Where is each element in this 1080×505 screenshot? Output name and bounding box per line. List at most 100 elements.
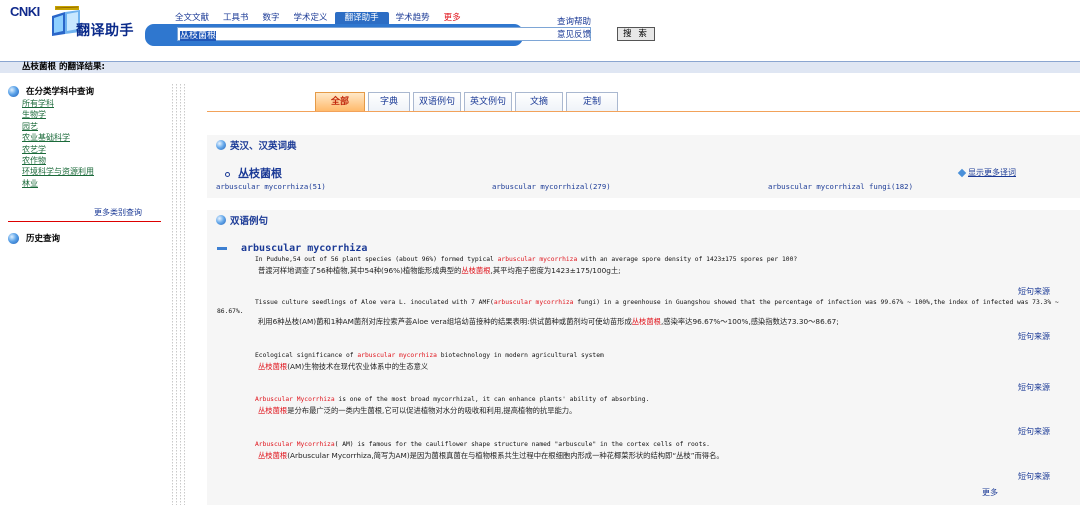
section-icon bbox=[216, 139, 226, 150]
category-link[interactable]: 农作物 bbox=[22, 155, 94, 166]
globe-icon bbox=[8, 232, 19, 244]
history-title[interactable]: 历史查询 bbox=[26, 232, 60, 244]
highlighted-term: 丛枝菌根 bbox=[258, 405, 288, 415]
category-list: 所有学科 生物学 园艺 农业基础科学 农艺学 农作物 环境科学与资源利用 林业 bbox=[8, 98, 94, 189]
bilingual-title: 双语例句 bbox=[230, 216, 269, 227]
sentence-text: 普渡河样地调查了56种植物,其中54种(96%)植物能形成典型的 bbox=[258, 265, 462, 275]
arrow-icon bbox=[957, 168, 967, 177]
tab-underline bbox=[207, 111, 1080, 112]
sentence-text: 是分布最广泛的一类内生菌根,它可以促进植物对水分的吸收和利用,提高植物的抗旱能力… bbox=[287, 405, 577, 415]
nav-tab[interactable]: 学术趋势 bbox=[389, 12, 437, 24]
source-link[interactable]: 短句来源 bbox=[1018, 426, 1050, 437]
bilingual-panel: 双语例句 arbuscular mycorrhiza In Puduhe,54 … bbox=[207, 210, 1080, 505]
category-link[interactable]: 农业基础科学 bbox=[22, 132, 94, 143]
divider-line bbox=[184, 84, 185, 505]
sidebar-divider bbox=[8, 221, 161, 222]
sentence-text: ( AM) is famous for the cauliflower shap… bbox=[334, 441, 710, 448]
highlighted-term: 丛枝菌根 bbox=[631, 317, 661, 326]
chinese-sentence: 丛枝菌根(AM)生物技术在现代农业体系中的生态意义 bbox=[217, 361, 1072, 372]
sentence-text: ,感染率达96.67%～100%,感染指数达73.30～86.67; bbox=[660, 317, 839, 326]
sentence-text: (Arbuscular Mycorrhiza,简写为AM)是因为菌根真菌在与植物… bbox=[287, 450, 724, 460]
result-title: 丛枝菌根 的翻译结果: bbox=[22, 62, 105, 72]
category-link[interactable]: 农艺学 bbox=[22, 144, 94, 155]
highlighted-term: 丛枝菌根 bbox=[258, 361, 288, 371]
globe-icon bbox=[8, 85, 19, 97]
search-button[interactable]: 搜 索 bbox=[617, 27, 655, 41]
source-link[interactable]: 短句来源 bbox=[1018, 471, 1050, 482]
nav-tab[interactable]: 翻译助手 bbox=[334, 12, 389, 24]
result-tab[interactable]: 双语例句 bbox=[413, 92, 461, 112]
bilingual-example: Arbuscular Mycorrhiza( AM) is famous for… bbox=[217, 441, 1072, 461]
sentence-text: (AM)生物技术在现代农业体系中的生态意义 bbox=[287, 361, 429, 371]
bilingual-headword-text: arbuscular mycorrhiza bbox=[241, 243, 368, 254]
english-sentence: Ecological significance of arbuscular my… bbox=[217, 352, 1072, 361]
english-sentence: In Puduhe,54 out of 56 plant species (ab… bbox=[217, 256, 1072, 265]
dictionary-headword: 丛枝菌根 bbox=[225, 165, 282, 181]
chinese-sentence: 利用6种丛枝(AM)菌和1种AM菌剂对库拉索芦荟Aloe vera组培幼苗接种的… bbox=[217, 316, 1072, 327]
sentence-text: with an average spore density of 1423±17… bbox=[577, 256, 798, 263]
source-link[interactable]: 短句来源 bbox=[1018, 382, 1050, 393]
nav-tab[interactable]: 全文文献 bbox=[168, 12, 216, 24]
highlighted-term: 丛枝菌根 bbox=[258, 450, 288, 460]
more-examples-link[interactable]: 更多 bbox=[982, 487, 998, 498]
headword-text: 丛枝菌根 bbox=[238, 167, 282, 180]
more-categories-link[interactable]: 更多类别查询 bbox=[94, 207, 142, 218]
show-more-translations-link[interactable]: 显示更多译词 bbox=[957, 167, 1016, 178]
result-tab[interactable]: 定制 bbox=[566, 92, 618, 112]
chinese-sentence: 丛枝菌根(Arbuscular Mycorrhiza,简写为AM)是因为菌根真菌… bbox=[217, 450, 1072, 461]
sentence-text: Tissue culture seedlings of Aloe vera L.… bbox=[255, 299, 494, 306]
sentence-text: biotechnology in modern agricultural sys… bbox=[436, 352, 604, 359]
category-link[interactable]: 生物学 bbox=[22, 109, 94, 120]
english-sentence: Arbuscular Mycorrhiza( AM) is famous for… bbox=[217, 441, 1072, 450]
translation-link[interactable]: arbuscular mycorrhizal(279) bbox=[492, 182, 611, 191]
translation-link[interactable]: arbuscular mycorrhizal fungi(182) bbox=[768, 182, 913, 191]
highlighted-term: Arbuscular Mycorrhiza bbox=[255, 396, 335, 403]
nav-tab[interactable]: 数字 bbox=[256, 12, 287, 24]
nav-tab[interactable]: 学术定义 bbox=[287, 12, 335, 24]
result-bar: 丛枝菌根 的翻译结果: bbox=[0, 61, 1080, 73]
divider-line bbox=[172, 84, 173, 505]
category-title: 在分类学科中查询 bbox=[26, 87, 95, 97]
source-link[interactable]: 短句来源 bbox=[1018, 286, 1050, 297]
sidebar: 在分类学科中查询 所有学科 生物学 园艺 农业基础科学 农艺学 农作物 环境科学与资源利用林… bbox=[0, 80, 175, 505]
chinese-sentence: 普渡河样地调查了56种植物,其中54种(96%)植物能形成典型的丛枝菌根,其平均… bbox=[217, 265, 1072, 276]
result-tab[interactable]: 英文例句 bbox=[464, 92, 512, 112]
logo-cnki-text: CNKI bbox=[10, 4, 40, 19]
section-icon bbox=[216, 215, 226, 225]
bilingual-example: In Puduhe,54 out of 56 plant species (ab… bbox=[217, 256, 1072, 276]
search-bar: 丛枝菌根 搜 索 bbox=[145, 24, 655, 46]
collapse-icon[interactable] bbox=[217, 246, 227, 250]
dictionary-panel: 英汉、汉英词典 丛枝菌根 显示更多译词 arbuscular mycorrhiz… bbox=[207, 135, 1080, 198]
translation-link[interactable]: arbuscular mycorrhiza(51) bbox=[216, 182, 326, 191]
dictionary-title: 英汉、汉英词典 bbox=[230, 140, 297, 152]
result-tab[interactable]: 字典 bbox=[368, 92, 410, 112]
header: CNKI 翻译助手 全文文献 工具书 数字 学术定义 翻译助手 学术趋势 更多 丛枝菌根 搜… bbox=[0, 0, 1080, 58]
source-link[interactable]: 短句来源 bbox=[1018, 331, 1050, 342]
english-sentence: Tissue culture seedlings of Aloe vera L.… bbox=[217, 299, 1072, 316]
app-name: 翻译助手 bbox=[76, 23, 134, 39]
highlighted-term: arbuscular mycorrhiza bbox=[357, 352, 437, 359]
help-link[interactable]: 查询帮助 bbox=[557, 16, 591, 29]
result-tab[interactable]: 文摘 bbox=[515, 92, 563, 112]
show-more-label: 显示更多译词 bbox=[968, 168, 1016, 177]
feedback-link[interactable]: 意见反馈 bbox=[557, 29, 591, 42]
bilingual-example: Ecological significance of arbuscular my… bbox=[217, 352, 1072, 372]
highlighted-term: arbuscular mycorrhiza bbox=[493, 299, 574, 306]
sentence-text: is one of the most broad mycorrhizal, it… bbox=[334, 396, 650, 403]
category-link[interactable]: 林业 bbox=[22, 178, 94, 189]
search-input[interactable]: 丛枝菌根 bbox=[177, 27, 591, 41]
divider-line bbox=[180, 84, 181, 505]
search-query-text: 丛枝菌根 bbox=[180, 31, 217, 41]
result-tab[interactable]: 全部 bbox=[315, 92, 365, 112]
nav-tab[interactable]: 工具书 bbox=[216, 12, 256, 24]
category-link[interactable]: 环境科学与资源利用 bbox=[22, 166, 94, 177]
nav-tab[interactable]: 更多 bbox=[437, 12, 468, 24]
sentence-text: In Puduhe,54 out of 56 plant species (ab… bbox=[255, 256, 498, 263]
chinese-sentence: 丛枝菌根是分布最广泛的一类内生菌根,它可以促进植物对水分的吸收和利用,提高植物的… bbox=[217, 405, 1072, 416]
cnki-logo[interactable]: CNKI 翻译助手 bbox=[10, 4, 135, 46]
highlighted-term: Arbuscular Mycorrhiza bbox=[255, 441, 335, 448]
history-section: 历史查询 bbox=[8, 231, 60, 245]
category-link[interactable]: 所有学科 bbox=[22, 98, 94, 109]
category-link[interactable]: 园艺 bbox=[22, 121, 94, 132]
top-nav: 全文文献 工具书 数字 学术定义 翻译助手 学术趋势 更多 bbox=[168, 12, 468, 24]
